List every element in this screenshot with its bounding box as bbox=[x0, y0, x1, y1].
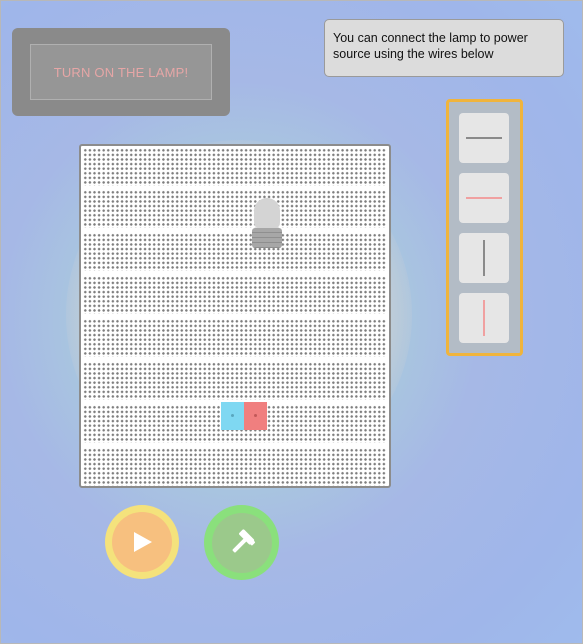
breadboard-rail[interactable] bbox=[83, 148, 387, 186]
hint-tooltip: You can connect the lamp to power source… bbox=[324, 19, 564, 77]
play-button-inner bbox=[112, 512, 172, 572]
battery-negative-pin bbox=[231, 414, 234, 417]
wire-vertical-icon bbox=[483, 300, 485, 336]
wire-vertical-gray-tile[interactable] bbox=[459, 233, 509, 283]
breadboard[interactable] bbox=[79, 144, 391, 488]
wire-vertical-pink-tile[interactable] bbox=[459, 293, 509, 343]
hammer-icon bbox=[232, 528, 255, 552]
wire-horizontal-gray-tile[interactable] bbox=[459, 113, 509, 163]
breadboard-rail[interactable] bbox=[83, 190, 387, 228]
wire-horizontal-pink-tile[interactable] bbox=[459, 173, 509, 223]
breadboard-rail[interactable] bbox=[83, 362, 387, 400]
lamp-bulb bbox=[254, 198, 280, 230]
wire-horizontal-icon bbox=[466, 197, 502, 199]
breadboard-rail[interactable] bbox=[83, 319, 387, 357]
breadboard-rail[interactable] bbox=[83, 448, 387, 486]
breadboard-rail[interactable] bbox=[83, 276, 387, 314]
battery-icon[interactable] bbox=[221, 402, 267, 430]
breadboard-rail[interactable] bbox=[83, 233, 387, 271]
goal-banner: TURN ON THE LAMP! bbox=[30, 44, 212, 100]
build-button[interactable] bbox=[204, 505, 279, 580]
play-icon bbox=[134, 532, 152, 552]
goal-panel: TURN ON THE LAMP! bbox=[12, 28, 230, 116]
battery-positive-pin bbox=[254, 414, 257, 417]
wire-horizontal-icon bbox=[466, 137, 502, 139]
lamp-icon[interactable] bbox=[251, 198, 283, 250]
wire-vertical-icon bbox=[483, 240, 485, 276]
build-button-inner bbox=[211, 512, 272, 573]
wire-palette bbox=[446, 99, 523, 356]
goal-text: TURN ON THE LAMP! bbox=[53, 64, 189, 80]
lamp-base bbox=[252, 228, 282, 248]
play-button[interactable] bbox=[105, 505, 179, 579]
